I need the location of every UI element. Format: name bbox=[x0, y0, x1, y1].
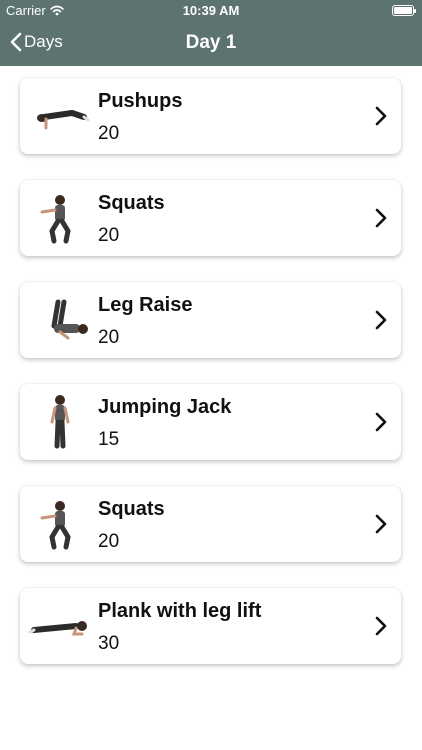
exercise-reps: 30 bbox=[98, 633, 120, 654]
leg-raise-figure-icon bbox=[51, 299, 88, 340]
exercise-name: Plank with leg lift bbox=[98, 600, 262, 622]
chevron-right-icon bbox=[375, 106, 387, 126]
exercise-card[interactable]: Leg Raise 20 bbox=[20, 282, 401, 358]
exercise-card[interactable]: Pushups 20 bbox=[20, 78, 401, 154]
squat-figure-icon bbox=[40, 195, 71, 244]
exercise-name: Jumping Jack bbox=[98, 396, 232, 418]
battery-icon bbox=[392, 5, 416, 16]
exercise-reps: 20 bbox=[98, 327, 120, 348]
chevron-right-icon bbox=[375, 412, 387, 432]
exercise-name: Leg Raise bbox=[98, 294, 193, 316]
exercise-reps: 20 bbox=[98, 123, 120, 144]
pushup-figure-icon bbox=[37, 109, 90, 130]
status-time: 10:39 AM bbox=[182, 3, 240, 18]
squat-figure-icon bbox=[40, 501, 71, 550]
exercise-card[interactable]: Squats 20 bbox=[20, 180, 401, 256]
exercise-list: Pushups 20 Squats 20 Leg Raise 20 Jumpin… bbox=[20, 78, 401, 690]
battery-fill bbox=[394, 7, 412, 14]
page-title: Day 1 bbox=[185, 32, 237, 53]
navigation-bar: Days Day 1 bbox=[0, 22, 422, 66]
exercise-reps: 20 bbox=[98, 531, 120, 552]
exercise-name: Squats bbox=[98, 192, 165, 214]
jumping-jack-figure-icon bbox=[50, 395, 70, 449]
exercise-name: Squats bbox=[98, 498, 165, 520]
top-bar: Carrier 10:39 AM Days Day 1 bbox=[0, 0, 422, 66]
exercise-reps: 20 bbox=[98, 225, 120, 246]
exercise-reps: 15 bbox=[98, 429, 120, 450]
battery-cap bbox=[414, 9, 416, 13]
exercise-name: Pushups bbox=[98, 90, 183, 112]
exercise-card[interactable]: Jumping Jack 15 bbox=[20, 384, 401, 460]
chevron-right-icon bbox=[375, 208, 387, 228]
plank-figure-icon bbox=[28, 621, 87, 636]
exercise-card[interactable]: Plank with leg lift 30 bbox=[20, 588, 401, 664]
chevron-right-icon bbox=[375, 310, 387, 330]
chevron-right-icon bbox=[375, 514, 387, 534]
chevron-right-icon bbox=[375, 616, 387, 636]
status-bar: Carrier 10:39 AM bbox=[0, 0, 422, 22]
exercise-card[interactable]: Squats 20 bbox=[20, 486, 401, 562]
